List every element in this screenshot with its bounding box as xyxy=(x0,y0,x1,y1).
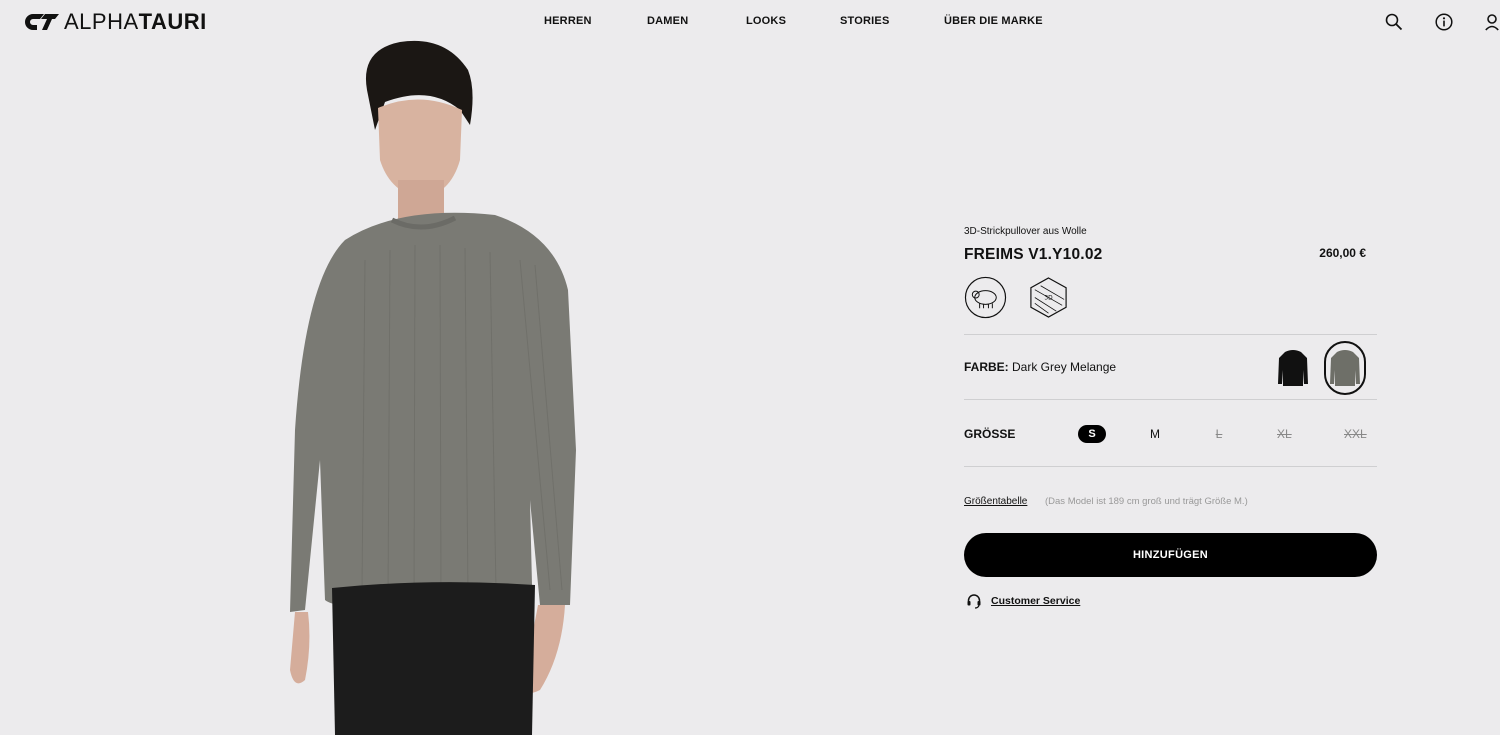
color-selection-label: FARBE: Dark Grey Melange xyxy=(964,360,1116,374)
logo-text-light: ALPHA xyxy=(64,9,139,34)
nav-ueber-die-marke[interactable]: ÜBER DIE MARKE xyxy=(944,15,1043,27)
size-option-m[interactable]: M xyxy=(1150,425,1160,443)
product-title: FREIMS V1.Y10.02 xyxy=(964,246,1103,263)
black-sweater-thumbnail xyxy=(1278,350,1308,386)
site-header: ALPHATAURI HERREN DAMEN LOOKS STORIES ÜB… xyxy=(0,0,1500,44)
size-table-link[interactable]: Größentabelle xyxy=(964,496,1027,507)
nav-looks[interactable]: LOOKS xyxy=(746,15,786,27)
search-icon[interactable] xyxy=(1385,13,1403,31)
color-swatch-dark-grey-melange[interactable] xyxy=(1324,341,1366,395)
info-icon[interactable] xyxy=(1435,13,1453,31)
customer-service-link[interactable]: Customer Service xyxy=(991,595,1080,607)
wool-sheep-badge-icon xyxy=(964,276,1007,319)
size-option-l[interactable]: L xyxy=(1215,425,1223,443)
size-option-s[interactable]: S xyxy=(1078,425,1106,443)
user-icon[interactable] xyxy=(1485,13,1500,31)
product-price: 260,00 € xyxy=(1319,246,1366,260)
svg-text:3D: 3D xyxy=(1044,295,1053,301)
nav-stories[interactable]: STORIES xyxy=(840,15,890,27)
size-options: S M L XL XXL xyxy=(1078,425,1378,443)
alphatauri-logo[interactable]: ALPHATAURI xyxy=(24,10,207,34)
size-option-xl[interactable]: XL xyxy=(1277,425,1292,443)
logo-mark-icon xyxy=(25,14,59,30)
customer-service[interactable]: Customer Service xyxy=(966,593,1080,609)
feature-badges: 3D xyxy=(964,276,1070,319)
3d-knit-badge-icon: 3D xyxy=(1030,277,1067,318)
color-swatch-black[interactable] xyxy=(1272,341,1314,395)
headset-icon xyxy=(967,594,981,609)
product-subtitle: 3D-Strickpullover aus Wolle xyxy=(964,226,1087,237)
size-label: GRÖSSE xyxy=(964,427,1016,441)
divider xyxy=(964,399,1377,400)
product-model-image xyxy=(290,40,576,735)
color-value: Dark Grey Melange xyxy=(1012,360,1117,374)
divider xyxy=(964,466,1377,467)
grey-sweater-thumbnail xyxy=(1330,350,1360,386)
color-label: FARBE: xyxy=(964,360,1009,374)
add-to-cart-button[interactable]: HINZUFÜGEN xyxy=(964,533,1377,577)
color-swatches xyxy=(1272,341,1366,395)
nav-damen[interactable]: DAMEN xyxy=(647,15,688,27)
divider xyxy=(964,334,1377,335)
size-option-xxl[interactable]: XXL xyxy=(1344,425,1367,443)
logo-text-bold: TAURI xyxy=(138,9,207,34)
nav-herren[interactable]: HERREN xyxy=(544,15,592,27)
model-size-note: (Das Model ist 189 cm groß und trägt Grö… xyxy=(1045,496,1248,507)
